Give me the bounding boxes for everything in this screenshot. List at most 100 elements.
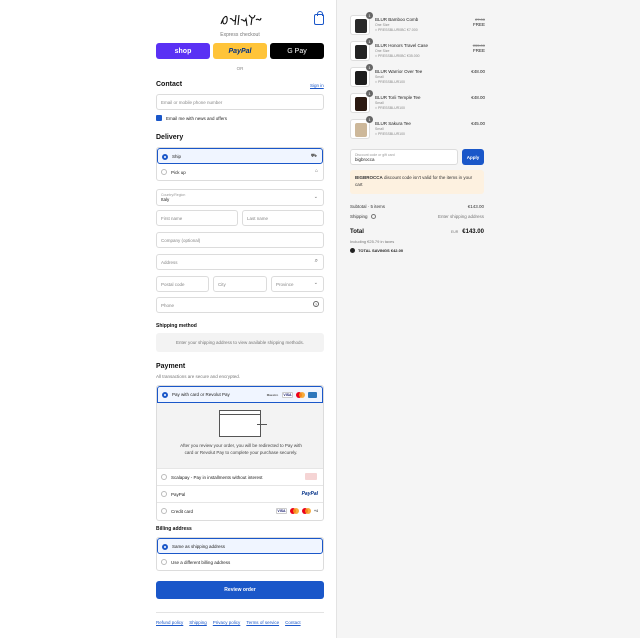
company-placeholder: Company (optional) [161, 238, 201, 243]
cart-item: 1 BLUR Honors Travel Case One Size ⌗ PRESSB… [350, 38, 485, 63]
chevron-down-icon: ⌄ [313, 194, 318, 200]
refund-policy-link[interactable]: Refund policy [156, 620, 183, 625]
newsletter-checkbox[interactable] [156, 115, 162, 121]
country-select[interactable]: Country/Region Italy ⌄ [156, 189, 324, 206]
visa-icon: VISA [276, 508, 287, 514]
postal-code-field[interactable]: Postal code [156, 276, 209, 292]
product-image [355, 123, 367, 137]
help-icon[interactable]: ? [313, 301, 319, 307]
province-select[interactable]: Province ⌄ [271, 276, 324, 292]
mastercard-icon [296, 392, 305, 398]
item-price: €48.00 [471, 69, 485, 74]
item-code-text: PRESSBLUR100 [377, 80, 405, 84]
item-name: BLUR Sakura Tee [375, 121, 411, 126]
first-name-field[interactable]: First name [156, 210, 238, 226]
item-price-value: €48.00 [471, 69, 485, 74]
item-price: €45.00 [471, 121, 485, 126]
item-price-value: FREE [472, 22, 485, 27]
quantity-badge: 1 [366, 116, 373, 123]
ship-radio[interactable] [162, 154, 168, 160]
credit-card-radio[interactable] [161, 508, 167, 514]
privacy-policy-link[interactable]: Privacy policy [213, 620, 241, 625]
pickup-radio[interactable] [161, 169, 167, 175]
total-savings-row: TOTAL SAVINGS €42.00 [350, 248, 484, 254]
province-placeholder: Province [276, 282, 294, 287]
search-icon: ⌕ [314, 258, 318, 264]
item-price: €7.00 FREE [473, 17, 485, 27]
product-image [355, 45, 367, 59]
scalapay-radio[interactable] [161, 474, 167, 480]
footer-links: Refund policy Shipping Privacy policy Te… [156, 620, 301, 625]
billing-same-label: Same as shipping address [172, 543, 226, 549]
cart-bag-icon[interactable] [314, 11, 324, 25]
savings-value: €42.00 [390, 248, 404, 253]
billing-same-radio[interactable] [162, 544, 168, 550]
item-price-value: FREE [472, 48, 485, 53]
paypal-label: PayPal [171, 491, 186, 497]
address-field[interactable]: Address ⌕ [156, 254, 324, 270]
cart-item: 1 BLUR Torii Temple Tee Small ⌗ PRESSBLUR10… [350, 90, 485, 115]
contact-heading: Contact [156, 81, 183, 88]
company-field[interactable]: Company (optional) [156, 232, 324, 248]
item-name: BLUR Warrior Over Tee [375, 69, 423, 74]
payment-subtitle: All transactions are secure and encrypte… [156, 374, 241, 379]
item-variant: Small [375, 127, 384, 131]
payment-option-scalapay[interactable]: Scalapay - Pay in installments without i… [157, 469, 323, 486]
quantity-badge: 1 [366, 64, 373, 71]
paypal-logo-icon: PayPal [301, 491, 318, 497]
paypal-radio[interactable] [161, 491, 167, 497]
delivery-option-ship[interactable]: Ship ⛟ [157, 148, 323, 164]
shipping-row: Shipping Enter shipping address [350, 214, 484, 220]
error-code: BIGBROCCA [355, 175, 383, 180]
address-placeholder: Address [161, 260, 178, 265]
payment-heading: Payment [156, 363, 186, 370]
subtotal-row: Subtotal · 5 items €143.00 [350, 204, 484, 209]
delivery-option-pickup[interactable]: Pick up ⌂ [157, 164, 323, 180]
city-field[interactable]: City [213, 276, 267, 292]
discount-code-field[interactable]: Discount code or gift card bigbrocca [350, 149, 458, 165]
visa-icon: VISA [282, 392, 293, 398]
pickup-label: Pick up [171, 169, 186, 175]
sign-in-link[interactable]: Sign in [310, 83, 324, 88]
shipping-label: Shipping [350, 214, 368, 219]
payment-option-card-revolut[interactable]: Pay with card or Revolut Pay Maestro VIS… [157, 386, 323, 403]
email-field[interactable]: Email or mobile phone number [156, 94, 324, 110]
browser-window-icon [219, 410, 261, 437]
shipping-policy-link[interactable]: Shipping [189, 620, 207, 625]
shop-pay-button[interactable]: shop [156, 43, 210, 59]
item-name: BLUR Honors Travel Case [375, 43, 429, 48]
total-amount: EUR €143.00 [451, 229, 484, 235]
last-name-field[interactable]: Last name [242, 210, 324, 226]
item-discount-code: ⌗ PRESSBLUR0BC €7.000 [375, 28, 418, 32]
payment-option-paypal[interactable]: PayPal PayPal [157, 486, 323, 503]
taxes-note: Including €25.79 in taxes [350, 239, 395, 244]
item-variant: One Size [375, 23, 390, 27]
billing-different-radio[interactable] [161, 559, 167, 565]
terms-of-service-link[interactable]: Terms of service [246, 620, 279, 625]
payment-option-credit-card[interactable]: Credit card VISA +4 [157, 503, 323, 520]
total-label: Total [350, 229, 364, 235]
contact-link[interactable]: Contact [285, 620, 301, 625]
cart-item: 1 BLUR Sakura Tee Small ⌗ PRESSBLUR100 €45.0… [350, 116, 485, 141]
card-revolut-radio[interactable] [162, 392, 168, 398]
google-pay-button[interactable]: G Pay [270, 43, 324, 59]
scalapay-logo-icon [305, 473, 317, 480]
total-row: Total EUR €143.00 [350, 229, 484, 235]
billing-option-same[interactable]: Same as shipping address [157, 538, 323, 554]
phone-field[interactable]: Phone ? [156, 297, 324, 313]
item-discount-code: ⌗ PRESSBLUR0BC €35.000 [375, 54, 420, 58]
paypal-button[interactable]: PayPal [213, 43, 267, 59]
item-code-text: PRESSBLUR100 [377, 106, 405, 110]
billing-option-different[interactable]: Use a different billing address [157, 554, 323, 570]
ship-label: Ship [172, 153, 182, 159]
phone-placeholder: Phone [161, 303, 175, 308]
brand-logo[interactable] [218, 11, 262, 29]
info-icon[interactable] [370, 214, 376, 220]
last-name-placeholder: Last name [247, 216, 269, 221]
apply-discount-button[interactable]: Apply [462, 149, 484, 165]
item-name: BLUR Bamboo Comb [375, 17, 419, 22]
item-code-text: PRESSBLUR100 [377, 132, 405, 136]
item-price: €48.00 [471, 95, 485, 100]
item-variant: Small [375, 75, 384, 79]
review-order-button[interactable]: Review order [156, 581, 324, 599]
